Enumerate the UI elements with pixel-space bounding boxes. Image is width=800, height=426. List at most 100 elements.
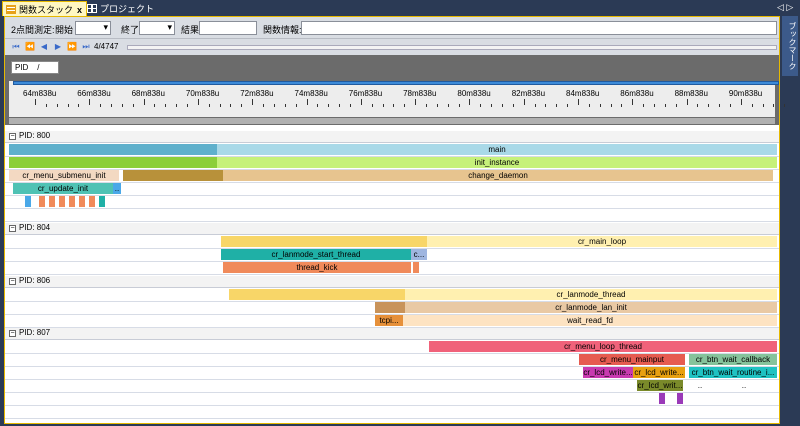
ruler-scrollbar[interactable] xyxy=(9,118,775,124)
tick-mark xyxy=(523,99,525,105)
prev-icon[interactable]: ◀ xyxy=(39,42,49,52)
stack-bar[interactable]: cr_menu_mainput xyxy=(579,354,685,365)
stack-bar-small[interactable] xyxy=(99,196,105,207)
stack-bar-small[interactable] xyxy=(413,262,419,273)
collapse-icon[interactable]: − xyxy=(9,225,16,232)
minor-tick xyxy=(317,104,319,107)
stack-bar[interactable]: c... xyxy=(411,249,427,260)
stack-bar-small[interactable] xyxy=(59,196,65,207)
stack-bar[interactable]: .. xyxy=(739,380,749,391)
pid-filter-value: / xyxy=(37,63,40,72)
stack-bar-small[interactable] xyxy=(25,196,31,207)
stack-bar-small[interactable] xyxy=(69,196,75,207)
minor-tick xyxy=(534,104,536,107)
tick-mark xyxy=(415,99,417,105)
end-select[interactable] xyxy=(139,21,175,35)
sidebar-bookmark[interactable]: ブックマーク xyxy=(782,16,798,76)
stack-bar[interactable]: wait_read_fd xyxy=(403,315,777,326)
stack-bar[interactable] xyxy=(9,144,217,155)
stack-bar[interactable]: cr_update_init xyxy=(13,183,113,194)
stack-bar[interactable]: cr_lcd_writ... xyxy=(637,380,683,391)
stack-bar[interactable] xyxy=(9,157,217,168)
minor-tick xyxy=(165,104,167,107)
tab-bar: 関数スタック x プロジェクト ◁ ▷ xyxy=(0,0,800,16)
pid-group-header[interactable]: − PID: 807 xyxy=(5,328,779,340)
tick-mark xyxy=(89,99,91,105)
first-icon[interactable]: ⏮ xyxy=(11,42,21,52)
pid-group-header[interactable]: − PID: 804 xyxy=(5,223,779,235)
stack-bar[interactable]: cr_lanmode_start_thread xyxy=(221,249,411,260)
stack-bar[interactable]: cr_btn_wait_callback xyxy=(689,354,777,365)
stack-bar[interactable]: tcpi... xyxy=(375,315,403,326)
minor-tick xyxy=(491,104,493,107)
stack-bar[interactable]: cr_menu_loop_thread xyxy=(429,341,777,352)
minor-tick xyxy=(751,104,753,107)
minor-tick xyxy=(480,104,482,107)
stack-bar[interactable] xyxy=(123,170,223,181)
pid-group-label: PID: 800 xyxy=(19,131,51,140)
stack-bar[interactable]: .. xyxy=(695,380,705,391)
prev-fast-icon[interactable]: ⏪ xyxy=(25,42,35,52)
pid-group-header[interactable]: − PID: 806 xyxy=(5,276,779,288)
tab-nav-arrows[interactable]: ◁ ▷ xyxy=(777,2,793,13)
minor-tick xyxy=(263,104,265,107)
stack-bar[interactable]: cr_lanmode_thread xyxy=(405,289,777,300)
func-info-field[interactable] xyxy=(301,21,777,35)
stack-bar[interactable]: cr_btn_wait_routine_i... xyxy=(689,367,777,378)
stack-bar[interactable]: cr_main_loop xyxy=(427,236,777,247)
next-fast-icon[interactable]: ⏩ xyxy=(67,42,77,52)
stack-bar[interactable]: cr_menu_submenu_init xyxy=(9,170,119,181)
stack-bar[interactable] xyxy=(375,302,405,313)
stack-bar-small[interactable] xyxy=(659,393,665,404)
stack-bar[interactable]: cr_lanmode_lan_init xyxy=(405,302,777,313)
position-slider[interactable] xyxy=(127,45,777,50)
minor-tick xyxy=(501,104,503,107)
result-field[interactable] xyxy=(199,21,257,35)
stack-bar-small[interactable] xyxy=(677,393,683,404)
stack-bar-small[interactable] xyxy=(79,196,85,207)
tick-mark xyxy=(360,99,362,105)
minor-tick xyxy=(599,104,601,107)
minor-tick xyxy=(273,104,275,107)
stack-bar[interactable]: change_daemon xyxy=(223,170,773,181)
stack-bar[interactable]: .. xyxy=(113,183,121,194)
minor-tick xyxy=(425,104,427,107)
stack-bar-small[interactable] xyxy=(49,196,55,207)
minor-tick xyxy=(284,104,286,107)
two-point-label: 2点間測定: xyxy=(11,25,55,35)
stack-bar[interactable] xyxy=(229,289,405,300)
tab-project[interactable]: プロジェクト xyxy=(84,1,158,16)
func-info-label: 関数情報: xyxy=(263,25,302,35)
close-icon[interactable]: x xyxy=(77,5,82,15)
tick-label: 66m838u xyxy=(77,89,111,98)
minor-tick xyxy=(719,104,721,107)
stack-bar[interactable]: cr_lcd_write... xyxy=(633,367,685,378)
collapse-icon[interactable]: − xyxy=(9,133,16,140)
stack-bar-small[interactable] xyxy=(39,196,45,207)
start-select[interactable] xyxy=(75,21,111,35)
nav-toolbar: ⏮ ⏪ ◀ ▶ ⏩ ⏭ 4/4747 xyxy=(5,39,779,55)
stack-bar[interactable]: init_instance xyxy=(217,157,777,168)
pid-group-label: PID: 807 xyxy=(19,328,51,337)
stack-bar[interactable]: main xyxy=(217,144,777,155)
stack-bar[interactable] xyxy=(221,236,427,247)
last-icon[interactable]: ⏭ xyxy=(81,42,91,52)
stack-bar[interactable]: thread_kick xyxy=(223,262,411,273)
stack-bar-small[interactable] xyxy=(89,196,95,207)
minor-tick xyxy=(512,104,514,107)
ruler-area[interactable]: 64m838u 66m838u 68m838u 70m838u 72m838u 74m83… xyxy=(9,81,786,117)
collapse-icon[interactable]: − xyxy=(9,278,16,285)
next-icon[interactable]: ▶ xyxy=(53,42,63,52)
minor-tick xyxy=(730,104,732,107)
stack-bar[interactable]: cr_lcd_write... xyxy=(583,367,633,378)
minor-tick xyxy=(371,104,373,107)
tick-mark xyxy=(306,99,308,105)
pid-filter[interactable]: PID / xyxy=(11,61,59,74)
tick-mark xyxy=(143,99,145,105)
collapse-icon[interactable]: − xyxy=(9,330,16,337)
tab-function-stack[interactable]: 関数スタック x xyxy=(2,1,88,16)
ruler-range-bar[interactable] xyxy=(13,81,779,85)
pid-group-header[interactable]: − PID: 800 xyxy=(5,131,779,143)
tick-label: 72m838u xyxy=(240,89,274,98)
minor-tick xyxy=(654,104,656,107)
